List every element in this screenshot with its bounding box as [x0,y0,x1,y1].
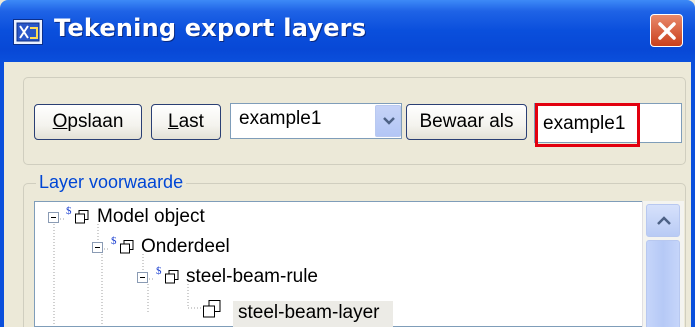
load-button-mnemonic: L [168,111,179,132]
window-title: Tekening export layers [54,14,367,42]
tree-item-label[interactable]: steel-beam-rule [186,266,318,288]
layer-node-icon [120,240,134,254]
window-frame-right [691,62,695,327]
title-bar[interactable]: Tekening export layers [0,0,695,62]
layer-node-icon [165,270,179,284]
tree-expander-model-object[interactable] [48,212,59,223]
save-button[interactable]: Opslaan [34,104,142,140]
save-button-mnemonic: O [52,111,68,132]
preset-select-value: example1 [239,108,322,129]
dropdown-button[interactable] [375,105,401,137]
tree-item-label[interactable]: steel-beam-layer [238,302,380,324]
load-button-rest: ast [178,111,204,132]
dialog-window: Tekening export layers Opslaan Last exam… [0,0,695,327]
vertical-scrollbar[interactable] [642,201,684,327]
tree-item-label[interactable]: Onderdeel [141,236,230,258]
layer-node-icon [75,210,89,224]
scrollbar-thumb[interactable] [646,240,680,327]
scope-marker: $ [111,235,117,247]
save-button-rest: pslaan [67,111,124,132]
scope-marker: $ [66,205,72,217]
tree-expander-onderdeel[interactable] [92,242,103,253]
tree-item-label[interactable]: Model object [97,206,205,228]
chevron-down-icon [383,117,395,125]
close-icon [658,22,676,40]
window-frame-left [0,62,4,327]
drawing-export-icon [13,19,43,45]
close-button[interactable] [650,14,683,47]
layer-group-label: Layer voorwaarde [36,172,187,193]
tree-expander-steel-beam-rule[interactable] [137,272,148,283]
load-button[interactable]: Last [151,104,221,140]
scroll-up-button[interactable] [646,204,680,237]
preset-select[interactable]: example1 [230,103,402,139]
scope-marker: $ [156,265,162,277]
annotation-highlight [535,103,640,147]
save-as-button[interactable]: Bewaar als [406,104,527,140]
chevron-up-icon [657,216,671,225]
layer-node-icon [203,300,221,318]
